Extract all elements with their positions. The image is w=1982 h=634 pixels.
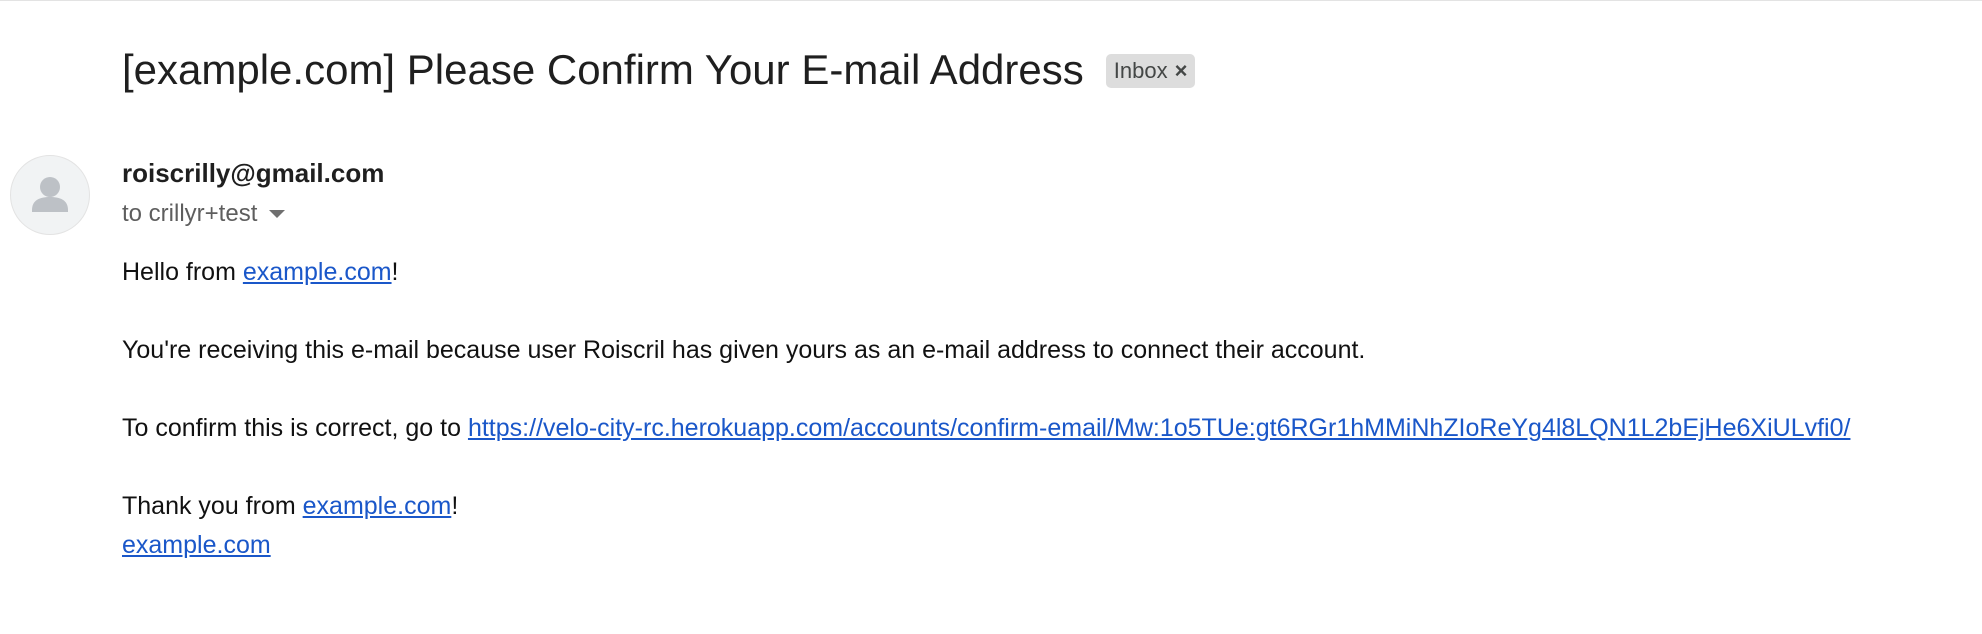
signature-line: example.com [122, 526, 1850, 565]
label-chip-inbox[interactable]: Inbox × [1105, 54, 1196, 88]
thanks-line: Thank you from example.com! [122, 487, 1850, 526]
recipient-text: to crillyr+test [122, 200, 258, 227]
confirm-prefix: To confirm this is correct, go to [122, 414, 468, 442]
confirm-line: To confirm this is correct, go to https:… [122, 409, 1850, 448]
thanks-suffix: ! [451, 492, 459, 520]
person-icon [32, 177, 68, 212]
avatar[interactable] [10, 155, 90, 235]
thanks-prefix: Thank you from [122, 492, 303, 520]
chevron-down-icon[interactable] [269, 210, 286, 218]
email-subject: [example.com] Please Confirm Your E-mail… [122, 46, 1084, 93]
email-view: [example.com] Please Confirm Your E-mail… [0, 0, 1982, 634]
recipient-row: to crillyr+test [122, 200, 286, 228]
signature-link[interactable]: example.com [122, 531, 271, 559]
thanks-link[interactable]: example.com [303, 492, 452, 520]
subject-row: [example.com] Please Confirm Your E-mail… [122, 41, 1196, 99]
close-icon[interactable]: × [1175, 60, 1188, 82]
sender-email[interactable]: roiscrilly@gmail.com [122, 158, 384, 189]
greeting-prefix: Hello from [122, 258, 243, 286]
reason-line: You're receiving this e-mail because use… [122, 336, 1366, 364]
greeting-link[interactable]: example.com [243, 258, 392, 286]
email-body: Hello from example.com! You're receiving… [122, 253, 1850, 565]
label-chip-text: Inbox [1113, 58, 1168, 83]
confirm-link[interactable]: https://velo-city-rc.herokuapp.com/accou… [468, 414, 1851, 442]
greeting-line: Hello from example.com! [122, 253, 1850, 292]
greeting-suffix: ! [391, 258, 399, 286]
